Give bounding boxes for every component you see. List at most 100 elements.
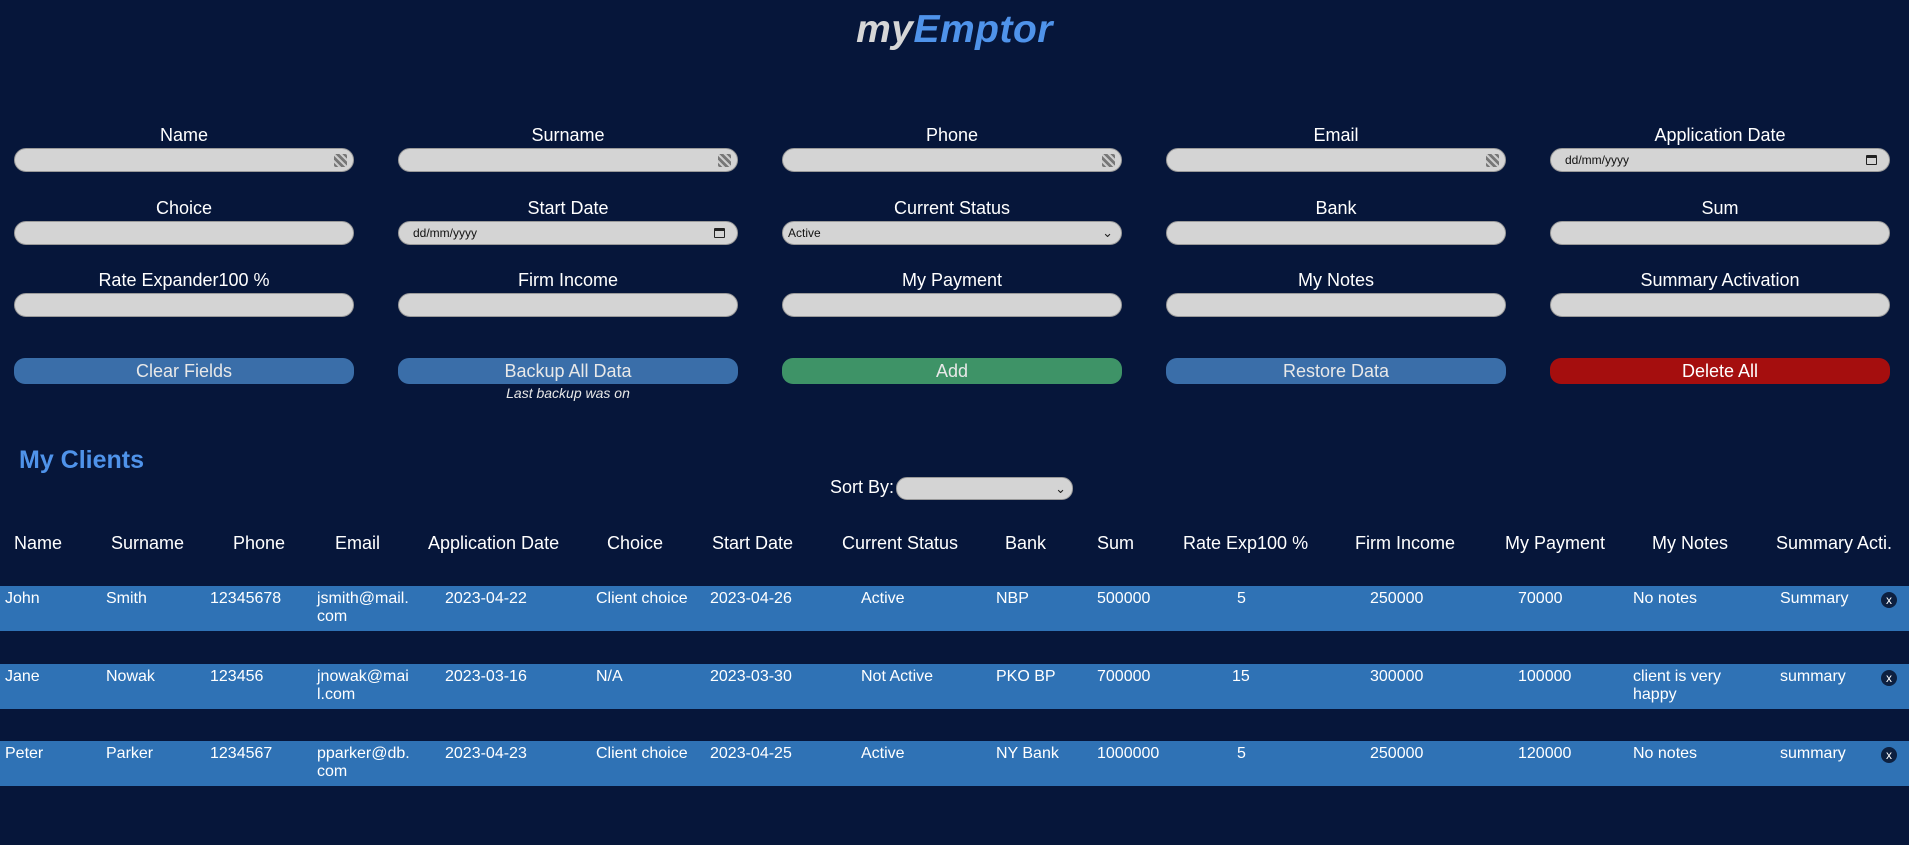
cell-email-line2: com <box>317 763 348 780</box>
current-status-field: Current Status Active ⌄ <box>782 198 1122 245</box>
cell-my-notes: client is very happy <box>1633 668 1721 704</box>
choice-input[interactable] <box>14 221 354 245</box>
firm-income-label: Firm Income <box>517 270 618 290</box>
bank-input[interactable] <box>1166 221 1506 245</box>
cell-my-notes: No notes <box>1633 590 1697 608</box>
application-date-field: Application Date dd/mm/yyyy <box>1550 125 1890 172</box>
col-header-application-date: Application Date <box>428 533 560 553</box>
summary-activation-field: Summary Activation <box>1550 270 1890 317</box>
cell-sum: 1000000 <box>1097 745 1160 762</box>
email-input[interactable] <box>1166 148 1506 172</box>
my-notes-field: My Notes <box>1166 270 1506 317</box>
sum-label: Sum <box>1701 198 1739 218</box>
col-header-start-date: Start Date <box>712 533 794 553</box>
phone-label: Phone <box>925 125 979 145</box>
application-date-input[interactable]: dd/mm/yyyy <box>1550 148 1890 172</box>
start-date-input[interactable]: dd/mm/yyyy <box>398 221 738 245</box>
cell-summary: Summary <box>1780 590 1849 607</box>
summary-activation-label: Summary Activation <box>1640 270 1800 290</box>
application-date-value: dd/mm/yyyy <box>1565 153 1630 167</box>
add-button[interactable]: Add <box>782 358 1122 384</box>
cell-email-line1: jsmith@mail. <box>317 590 409 607</box>
rate-expander-label: Rate Expander100 % <box>98 270 270 290</box>
delete-row-button[interactable]: x <box>1881 747 1897 763</box>
surname-input[interactable] <box>398 148 738 172</box>
autofill-icon[interactable] <box>1486 154 1499 167</box>
chevron-down-icon: ⌄ <box>1102 225 1113 240</box>
section-title: My Clients <box>19 446 145 474</box>
choice-label: Choice <box>155 198 213 218</box>
col-header-my-payment: My Payment <box>1505 533 1606 553</box>
cell-surname: Nowak <box>106 668 155 685</box>
col-header-phone: Phone <box>233 533 286 553</box>
clear-fields-button[interactable]: Clear Fields <box>14 358 354 384</box>
autofill-icon[interactable] <box>334 154 347 167</box>
start-date-label: Start Date <box>527 198 609 218</box>
sort-select[interactable]: ⌄ <box>896 477 1073 500</box>
col-header-bank: Bank <box>1005 533 1047 553</box>
cell-notes-line2: happy <box>1633 686 1677 703</box>
cell-phone: 1234567 <box>210 745 273 762</box>
my-payment-field: My Payment <box>782 270 1122 317</box>
col-header-current-status: Current Status <box>842 533 959 553</box>
name-field: Name <box>14 125 354 172</box>
delete-row-button[interactable]: x <box>1881 592 1897 608</box>
cell-application-date: 2023-03-16 <box>445 668 527 685</box>
phone-input[interactable] <box>782 148 1122 172</box>
choice-field: Choice <box>14 198 354 245</box>
firm-income-field: Firm Income <box>398 270 738 317</box>
my-payment-input[interactable] <box>782 293 1122 317</box>
cell-surname: Smith <box>106 590 147 607</box>
app-logo: myEmptor <box>0 8 1909 52</box>
delete-row-button[interactable]: x <box>1881 670 1897 686</box>
bank-label: Bank <box>1315 198 1357 218</box>
sum-input[interactable] <box>1550 221 1890 245</box>
summary-activation-input[interactable] <box>1550 293 1890 317</box>
col-header-rate: Rate Exp100 % <box>1183 533 1309 553</box>
sum-field: Sum <box>1550 198 1890 245</box>
current-status-select[interactable]: Active ⌄ <box>782 221 1122 245</box>
cell-surname: Parker <box>106 745 154 762</box>
cell-my-payment: 100000 <box>1518 668 1572 685</box>
cell-name: John <box>5 590 40 607</box>
rate-expander-input[interactable] <box>14 293 354 317</box>
firm-income-input[interactable] <box>398 293 738 317</box>
cell-start-date: 2023-04-25 <box>710 745 792 762</box>
logo-my: my <box>856 8 914 51</box>
surname-label: Surname <box>531 125 605 145</box>
cell-phone: 123456 <box>210 668 264 685</box>
restore-data-button[interactable]: Restore Data <box>1166 358 1506 384</box>
cell-status: Active <box>861 745 905 762</box>
cell-bank: NBP <box>996 590 1029 607</box>
cell-phone: 12345678 <box>210 590 282 607</box>
cell-email-line1: jnowak@mai <box>317 668 409 685</box>
cell-notes-line1: client is very <box>1633 668 1722 685</box>
col-header-choice: Choice <box>607 533 664 553</box>
sort-label: Sort By: <box>830 477 895 497</box>
calendar-icon[interactable] <box>1866 155 1877 165</box>
cell-choice: Client choice <box>596 590 688 607</box>
cell-my-payment: 120000 <box>1518 745 1572 762</box>
col-header-email: Email <box>335 533 381 553</box>
col-header-sum: Sum <box>1097 533 1135 553</box>
calendar-icon[interactable] <box>714 228 725 238</box>
my-notes-input[interactable] <box>1166 293 1506 317</box>
autofill-icon[interactable] <box>1102 154 1115 167</box>
chevron-down-icon: ⌄ <box>1055 481 1066 496</box>
surname-field: Surname <box>398 125 738 172</box>
name-input[interactable] <box>14 148 354 172</box>
autofill-icon[interactable] <box>718 154 731 167</box>
cell-rate: 15 <box>1232 668 1250 685</box>
delete-all-button[interactable]: Delete All <box>1550 358 1890 384</box>
last-backup-note: Last backup was on <box>506 385 630 401</box>
cell-summary: summary <box>1780 668 1846 685</box>
cell-email-line2: l.com <box>317 686 356 703</box>
cell-rate: 5 <box>1237 590 1246 607</box>
col-header-my-notes: My Notes <box>1652 533 1729 553</box>
current-status-value: Active <box>788 226 821 240</box>
cell-name: Jane <box>5 668 40 685</box>
bank-field: Bank <box>1166 198 1506 245</box>
col-header-summary: Summary Acti. <box>1776 533 1893 553</box>
backup-all-data-button[interactable]: Backup All Data <box>398 358 738 384</box>
cell-choice: N/A <box>596 668 623 685</box>
